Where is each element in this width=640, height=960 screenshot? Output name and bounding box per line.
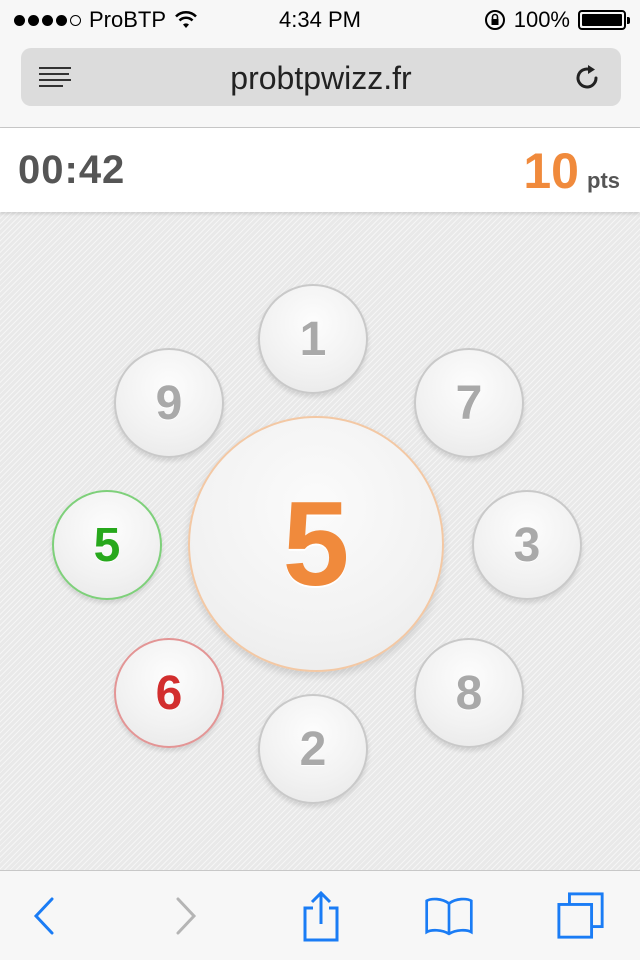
browser-address-area: probtpwizz.fr [0, 40, 640, 128]
number-bubble-2[interactable]: 2 [258, 694, 368, 804]
browser-toolbar [0, 870, 640, 960]
orientation-lock-icon [484, 10, 505, 30]
share-icon [303, 890, 339, 942]
number-bubble-1[interactable]: 1 [258, 284, 368, 394]
status-bar: ProBTP 4:34 PM 100% [0, 0, 640, 40]
game-header: 00:42 10 pts [0, 128, 640, 212]
bookmarks-button[interactable] [424, 891, 474, 941]
back-button[interactable] [20, 891, 70, 941]
score: 10 pts [523, 142, 620, 200]
number-bubble-8[interactable]: 8 [414, 638, 524, 748]
status-right: 100% [484, 7, 630, 33]
number-bubble-9[interactable]: 9 [114, 348, 224, 458]
number-bubble-5-correct[interactable]: 5 [52, 490, 162, 600]
score-value: 10 [523, 143, 579, 199]
reload-icon[interactable] [571, 62, 603, 94]
share-button[interactable] [296, 890, 346, 942]
forward-button[interactable] [160, 891, 210, 941]
battery-percent: 100% [513, 7, 570, 32]
bookmarks-book-icon [425, 897, 473, 936]
number-bubble-3[interactable]: 3 [472, 490, 582, 600]
number-bubble-7[interactable]: 7 [414, 348, 524, 458]
game-board: 1 9 7 5 5 3 6 8 2 [0, 212, 640, 870]
target-number: 5 [188, 416, 444, 672]
battery-icon [578, 10, 630, 30]
url-text[interactable]: probtpwizz.fr [21, 60, 621, 97]
forward-chevron-icon [176, 897, 197, 935]
address-bar[interactable]: probtpwizz.fr [21, 48, 621, 106]
back-chevron-icon [33, 897, 54, 935]
tabs-button[interactable] [556, 891, 606, 941]
timer: 00:42 [18, 148, 126, 192]
tabs-icon [557, 892, 604, 939]
score-unit: pts [587, 168, 620, 193]
number-bubble-6-wrong[interactable]: 6 [114, 638, 224, 748]
